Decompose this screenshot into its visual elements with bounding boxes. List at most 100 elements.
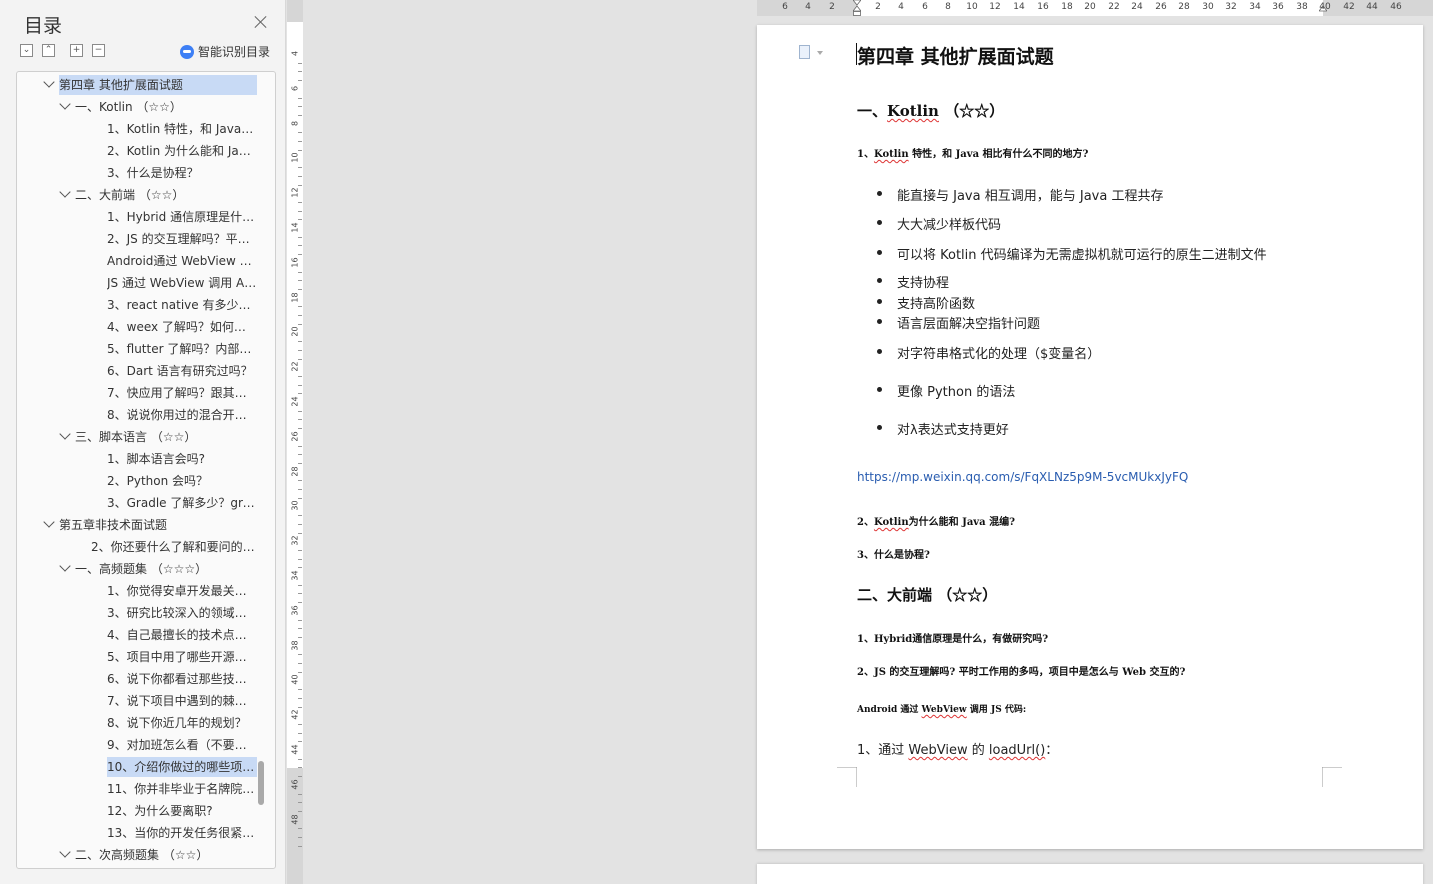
toc-item[interactable]: 10、介绍你做过的哪些项目。 [107, 757, 257, 777]
toc-item[interactable]: 一、Kotlin （☆☆） [75, 97, 257, 117]
close-icon[interactable] [254, 15, 268, 29]
ruler-tick [298, 315, 302, 316]
dropdown-caret-icon[interactable] [817, 51, 823, 55]
toc-item[interactable]: 4、自己最擅长的技术点，最感兴趣的技术领域和技术点？ [107, 625, 257, 645]
toc-item[interactable]: 9、对加班怎么看（不要太浮夸）？ [107, 735, 257, 755]
ruler-tick [298, 410, 302, 412]
toc-item[interactable]: 3、什么是协程？ [107, 163, 257, 183]
bullet-icon [877, 299, 882, 304]
toc-item[interactable]: 3、Gradle 了解多少？groovy 语法会吗？ [107, 493, 257, 513]
toc-item[interactable]: 7、说下项目中遇到的棘手问题，包括技术，交际和沟通？ [107, 691, 257, 711]
toc-item[interactable]: 8、说下你近几年的规划？ [107, 713, 257, 733]
chevron-down-icon[interactable] [43, 76, 55, 88]
ruler-tick [298, 167, 302, 169]
ruler-number: 46 [1390, 2, 1402, 12]
hyperlink[interactable]: https://mp.weixin.qq.com/s/FqXLNz5p9M-5v… [857, 470, 1188, 484]
bullet-item[interactable]: 语言层面解决空指针问题 [877, 313, 1040, 332]
paragraph-text: 的 [967, 743, 989, 758]
ruler-number: 12 [989, 2, 1001, 12]
toc-title: 目录 [24, 15, 63, 37]
vertical-ruler[interactable]: 4 6 8 10 12 14 16 18 20 22 24 26 28 30 32 34 36 38 40 42 44 4… [287, 0, 303, 884]
toc-item[interactable]: 1、Hybrid 通信原理是什么，有做研究吗？ [107, 207, 257, 227]
toc-item[interactable]: Android通过 WebView 调用 JS 代码： [107, 251, 257, 271]
toc-item[interactable]: 3、react native 有多少了解？ [107, 295, 257, 315]
bullet-item[interactable]: 支持协程 [877, 272, 949, 291]
toc-scrollbar[interactable] [258, 761, 264, 805]
toc-item[interactable]: 1、你觉得安卓开发最关键的技术在哪里？ [107, 581, 257, 601]
bullet-item[interactable]: 能直接与 Java 相互调用，能与 Java 工程共存 [877, 185, 1163, 204]
chapter-heading[interactable]: 第四章 其他扩展面试题 [857, 42, 1054, 69]
ruler-number: 14 [1013, 2, 1025, 12]
bullet-item[interactable]: 对λ表达式支持更好 [877, 419, 1009, 438]
bullet-item[interactable]: 可以将 Kotlin 代码编译为无需虚拟机就可运行的原生二进制文件 [877, 244, 1267, 263]
add-heading-icon[interactable]: + [70, 44, 83, 57]
sub-heading[interactable]: Android 通过 WebView 调用 JS 代码: [857, 702, 1026, 715]
toc-item[interactable]: 6、说下你都看过那些技术书籍，你是如何自学的？ [107, 669, 257, 689]
toc-item[interactable]: 第五章非技术面试题 [59, 515, 257, 535]
toc-item[interactable]: 三、脚本语言 （☆☆） [75, 427, 257, 447]
chevron-down-icon[interactable] [59, 560, 71, 572]
ruler-tick [298, 723, 302, 725]
section-heading-kotlin[interactable]: 一、Kotlin （☆☆） [857, 100, 1004, 121]
paragraph-text: ： [1045, 743, 1059, 758]
chevron-down-icon[interactable] [59, 98, 71, 110]
ruler-tick [298, 210, 302, 212]
bullet-icon [877, 191, 882, 196]
ruler-number: 24 [1131, 2, 1143, 12]
bullet-icon [877, 349, 882, 354]
question-heading[interactable]: 2、Kotlin为什么能和 Java 混编? [857, 513, 1015, 528]
ruler-tick [298, 619, 302, 621]
expand-all-icon[interactable]: ⌄ [20, 44, 33, 57]
document-icon[interactable] [799, 45, 810, 59]
toc-item[interactable]: 2、Python 会吗？ [107, 471, 257, 491]
toc-item[interactable]: 2、JS 的交互理解吗？平时工作用的多吗，项目中是怎么与 Web 交互的？ [107, 229, 257, 249]
toc-item[interactable]: 3、研究比较深入的领域有哪些？ [107, 603, 257, 623]
toc-item[interactable]: 二、大前端 （☆☆） [75, 185, 257, 205]
toc-item[interactable]: JS 通过 WebView 调用 Android 代码： [107, 273, 257, 293]
bullet-item[interactable]: 支持高阶函数 [877, 293, 975, 312]
ruler-number: 6 [922, 2, 928, 12]
toc-item[interactable]: 5、项目中用了哪些开源库，如何避免因为引入开源库而导致的安全性和稳定性问题？ [107, 647, 257, 667]
toc-item[interactable]: 12、为什么要离职? [107, 801, 257, 821]
question-heading[interactable]: 1、Kotlin 特性，和 Java 相比有什么不同的地方? [857, 145, 1088, 160]
chevron-down-icon[interactable] [59, 186, 71, 198]
toc-item[interactable]: 第四章 其他扩展面试题 [59, 75, 257, 95]
toc-item[interactable]: 2、Kotlin 为什么能和 Java 混编？ [107, 141, 257, 161]
horizontal-ruler[interactable]: 6 4 2 2 4 6 8 10 12 14 16 18 20 22 24 26 28 30 32 34 36 38 40 4… [757, 0, 1433, 16]
bullet-text: 更像 Python 的语法 [897, 385, 1016, 400]
remove-heading-icon[interactable]: − [92, 44, 105, 57]
toc-item[interactable]: 一、高频题集 （☆☆☆） [75, 559, 257, 579]
question-heading[interactable]: 3、什么是协程? [857, 546, 930, 561]
toc-item[interactable]: 13、当你的开发任务很紧张，你怎么去做代码优化的？ [107, 823, 257, 843]
bullet-item[interactable]: 更像 Python 的语法 [877, 381, 1016, 400]
question-heading[interactable]: 2、JS 的交互理解吗? 平时工作用的多吗，项目中是怎么与 Web 交互的? [857, 663, 1185, 678]
toc-item[interactable]: 1、脚本语言会吗? [107, 449, 257, 469]
toc-item[interactable]: 2、你还要什么了解和要问的吗？ [91, 537, 257, 557]
chevron-down-icon[interactable] [59, 846, 71, 858]
toc-item[interactable]: 二、次高频题集 （☆☆） [75, 845, 257, 865]
question-heading[interactable]: 1、Hybrid通信原理是什么，有做研究吗? [857, 630, 1048, 645]
toc-item[interactable]: 1、Kotlin 特性，和 Java 相比有什么不同的地方？ [107, 119, 257, 139]
toc-item[interactable]: 5、flutter 了解吗？内部是如何实现跨平台的？ [107, 339, 257, 359]
toc-item[interactable]: 4、weex 了解吗？如何自己实现类似技术？ [107, 317, 257, 337]
ruler-tick [298, 523, 302, 525]
next-page[interactable] [757, 864, 1423, 884]
bullet-item[interactable]: 大大减少样板代码 [877, 214, 1001, 233]
chevron-down-icon[interactable] [43, 516, 55, 528]
toc-list[interactable]: 第四章 其他扩展面试题 一、Kotlin （☆☆） 1、Kotlin 特性，和 Ja… [16, 71, 276, 869]
toc-item[interactable]: 6、Dart 语言有研究过吗？ [107, 361, 257, 381]
collapse-all-icon[interactable]: ⌃ [42, 44, 55, 57]
toc-item[interactable]: 11、你并非毕业于名牌院校？ [107, 779, 257, 799]
bullet-item[interactable]: 对字符串格式化的处理（$变量名） [877, 343, 1100, 362]
toc-item[interactable]: 7、快应用了解吗？跟其他方式相比有什么优缺点？ [107, 383, 257, 403]
toc-item[interactable]: 8、说说你用过的混合开发技术有哪些？ [107, 405, 257, 425]
section-heading-frontend[interactable]: 二、大前端 （☆☆） [857, 584, 997, 605]
ruler-tick [298, 697, 302, 699]
toc-panel: 目录 ⌄ ⌃ + − 智能识别目录 第四章 其他扩展面试题 一、Kotlin （☆… [0, 0, 286, 884]
indent-marker-icon[interactable] [853, 0, 861, 16]
body-paragraph[interactable]: 1、通过 WebView 的 loadUrl()： [857, 739, 1058, 758]
ruler-tick [298, 732, 302, 734]
chevron-down-icon[interactable] [59, 428, 71, 440]
smart-toc-button[interactable]: 智能识别目录 [180, 43, 270, 60]
document-page[interactable]: 第四章 其他扩展面试题 一、Kotlin （☆☆） 1、Kotlin 特性，和 … [757, 25, 1423, 849]
